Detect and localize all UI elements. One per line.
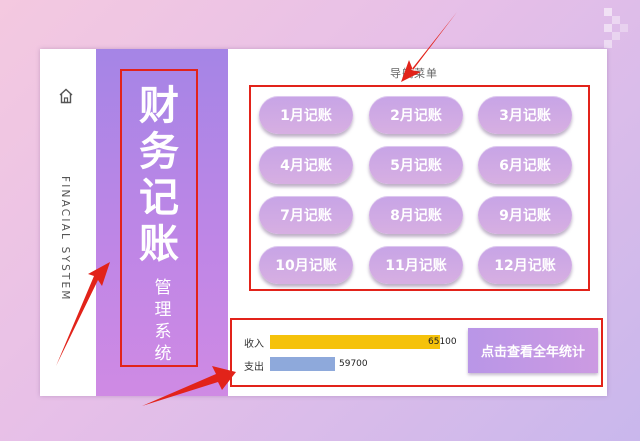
expense-label: 支出 [244, 362, 264, 373]
title-char: 记 [139, 174, 179, 221]
month-7-button[interactable]: 7月记账 [259, 196, 353, 234]
month-11-button[interactable]: 11月记账 [369, 246, 463, 284]
expense-bar [270, 357, 335, 371]
title-char: 账 [139, 220, 179, 267]
month-2-button[interactable]: 2月记账 [369, 96, 463, 134]
annotation-arrow-nav [401, 12, 457, 82]
title-char: 财 [139, 82, 179, 129]
income-label: 收入 [244, 339, 264, 350]
income-bar [270, 335, 440, 349]
view-annual-stats-button[interactable]: 点击查看全年统计 [468, 328, 598, 373]
month-5-button[interactable]: 5月记账 [369, 146, 463, 184]
month-6-button[interactable]: 6月记账 [478, 146, 572, 184]
title-char: 务 [139, 128, 179, 175]
subtitle-char: 理 [154, 300, 172, 320]
home-icon[interactable] [57, 87, 75, 105]
subtitle-char: 系 [154, 322, 172, 342]
month-4-button[interactable]: 4月记账 [259, 146, 353, 184]
month-12-button[interactable]: 12月记账 [478, 246, 572, 284]
month-9-button[interactable]: 9月记账 [478, 196, 572, 234]
annotation-arrow-stats [142, 366, 236, 406]
main-title: 财 务 记 账 [132, 83, 186, 267]
month-10-button[interactable]: 10月记账 [259, 246, 353, 284]
expense-value: 59700 [339, 359, 368, 369]
annotation-arrow-banner [56, 262, 110, 366]
income-value: 65100 [428, 337, 457, 347]
subtitle-char: 管 [154, 278, 172, 298]
month-1-button[interactable]: 1月记账 [259, 96, 353, 134]
subtitle: 管 理 系 统 [150, 277, 176, 365]
month-8-button[interactable]: 8月记账 [369, 196, 463, 234]
main-window: FINACIAL SYSTEM 财 务 记 账 管 理 系 统 导航菜单 1月记… [40, 49, 607, 396]
title-highlight-box: 财 务 记 账 管 理 系 统 [120, 69, 198, 367]
month-3-button[interactable]: 3月记账 [478, 96, 572, 134]
